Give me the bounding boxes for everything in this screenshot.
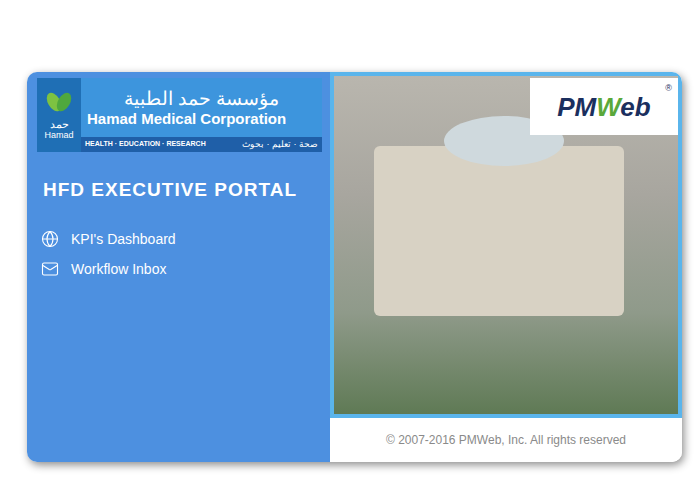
menu-item[interactable]: Workflow Inbox (41, 259, 320, 280)
menu-label: KPI's Dashboard (71, 229, 176, 250)
leaves-icon (44, 90, 74, 118)
badge-english: Hamad (44, 130, 73, 141)
portal-title: HFD EXECUTIVE PORTAL (43, 176, 320, 205)
building-photo: PMWeb® (330, 72, 682, 418)
copyright: © 2007-2016 PMWeb, Inc. All rights reser… (386, 431, 626, 449)
arabic-tagline: صحة · تعليم · بحوث (242, 138, 318, 152)
pmweb-logo: PMWeb® (530, 78, 678, 135)
hamad-badge: حمدHamad (37, 78, 81, 152)
hamad-logo: حمدHamadمؤسسة حمد الطبيةHamad Medical Co… (37, 78, 322, 152)
english-name: Hamad Medical Corporation (87, 110, 316, 128)
arabic-name: مؤسسة حمد الطبية (87, 88, 316, 110)
menu-item[interactable]: KPI's Dashboard (41, 229, 320, 250)
left-panel: حمدHamadمؤسسة حمد الطبيةHamad Medical Co… (27, 72, 330, 462)
globe-icon (41, 230, 59, 248)
mail-icon (41, 260, 59, 278)
logo-text: مؤسسة حمد الطبيةHamad Medical Corporatio… (81, 78, 322, 152)
menu: KPI's Dashboard Workflow Inbox (41, 229, 320, 280)
tagline: HEALTH · EDUCATION · RESEARCH (85, 139, 206, 150)
right-panel: PMWeb® © 2007-2016 PMWeb, Inc. All rights… (330, 72, 682, 462)
footer: © 2007-2016 PMWeb, Inc. All rights reser… (330, 418, 682, 462)
badge-arabic: حمد (50, 118, 69, 130)
portal-card: حمدHamadمؤسسة حمد الطبيةHamad Medical Co… (27, 72, 682, 462)
page: حمدHamadمؤسسة حمد الطبيةHamad Medical Co… (0, 0, 700, 483)
menu-label: Workflow Inbox (71, 259, 166, 280)
